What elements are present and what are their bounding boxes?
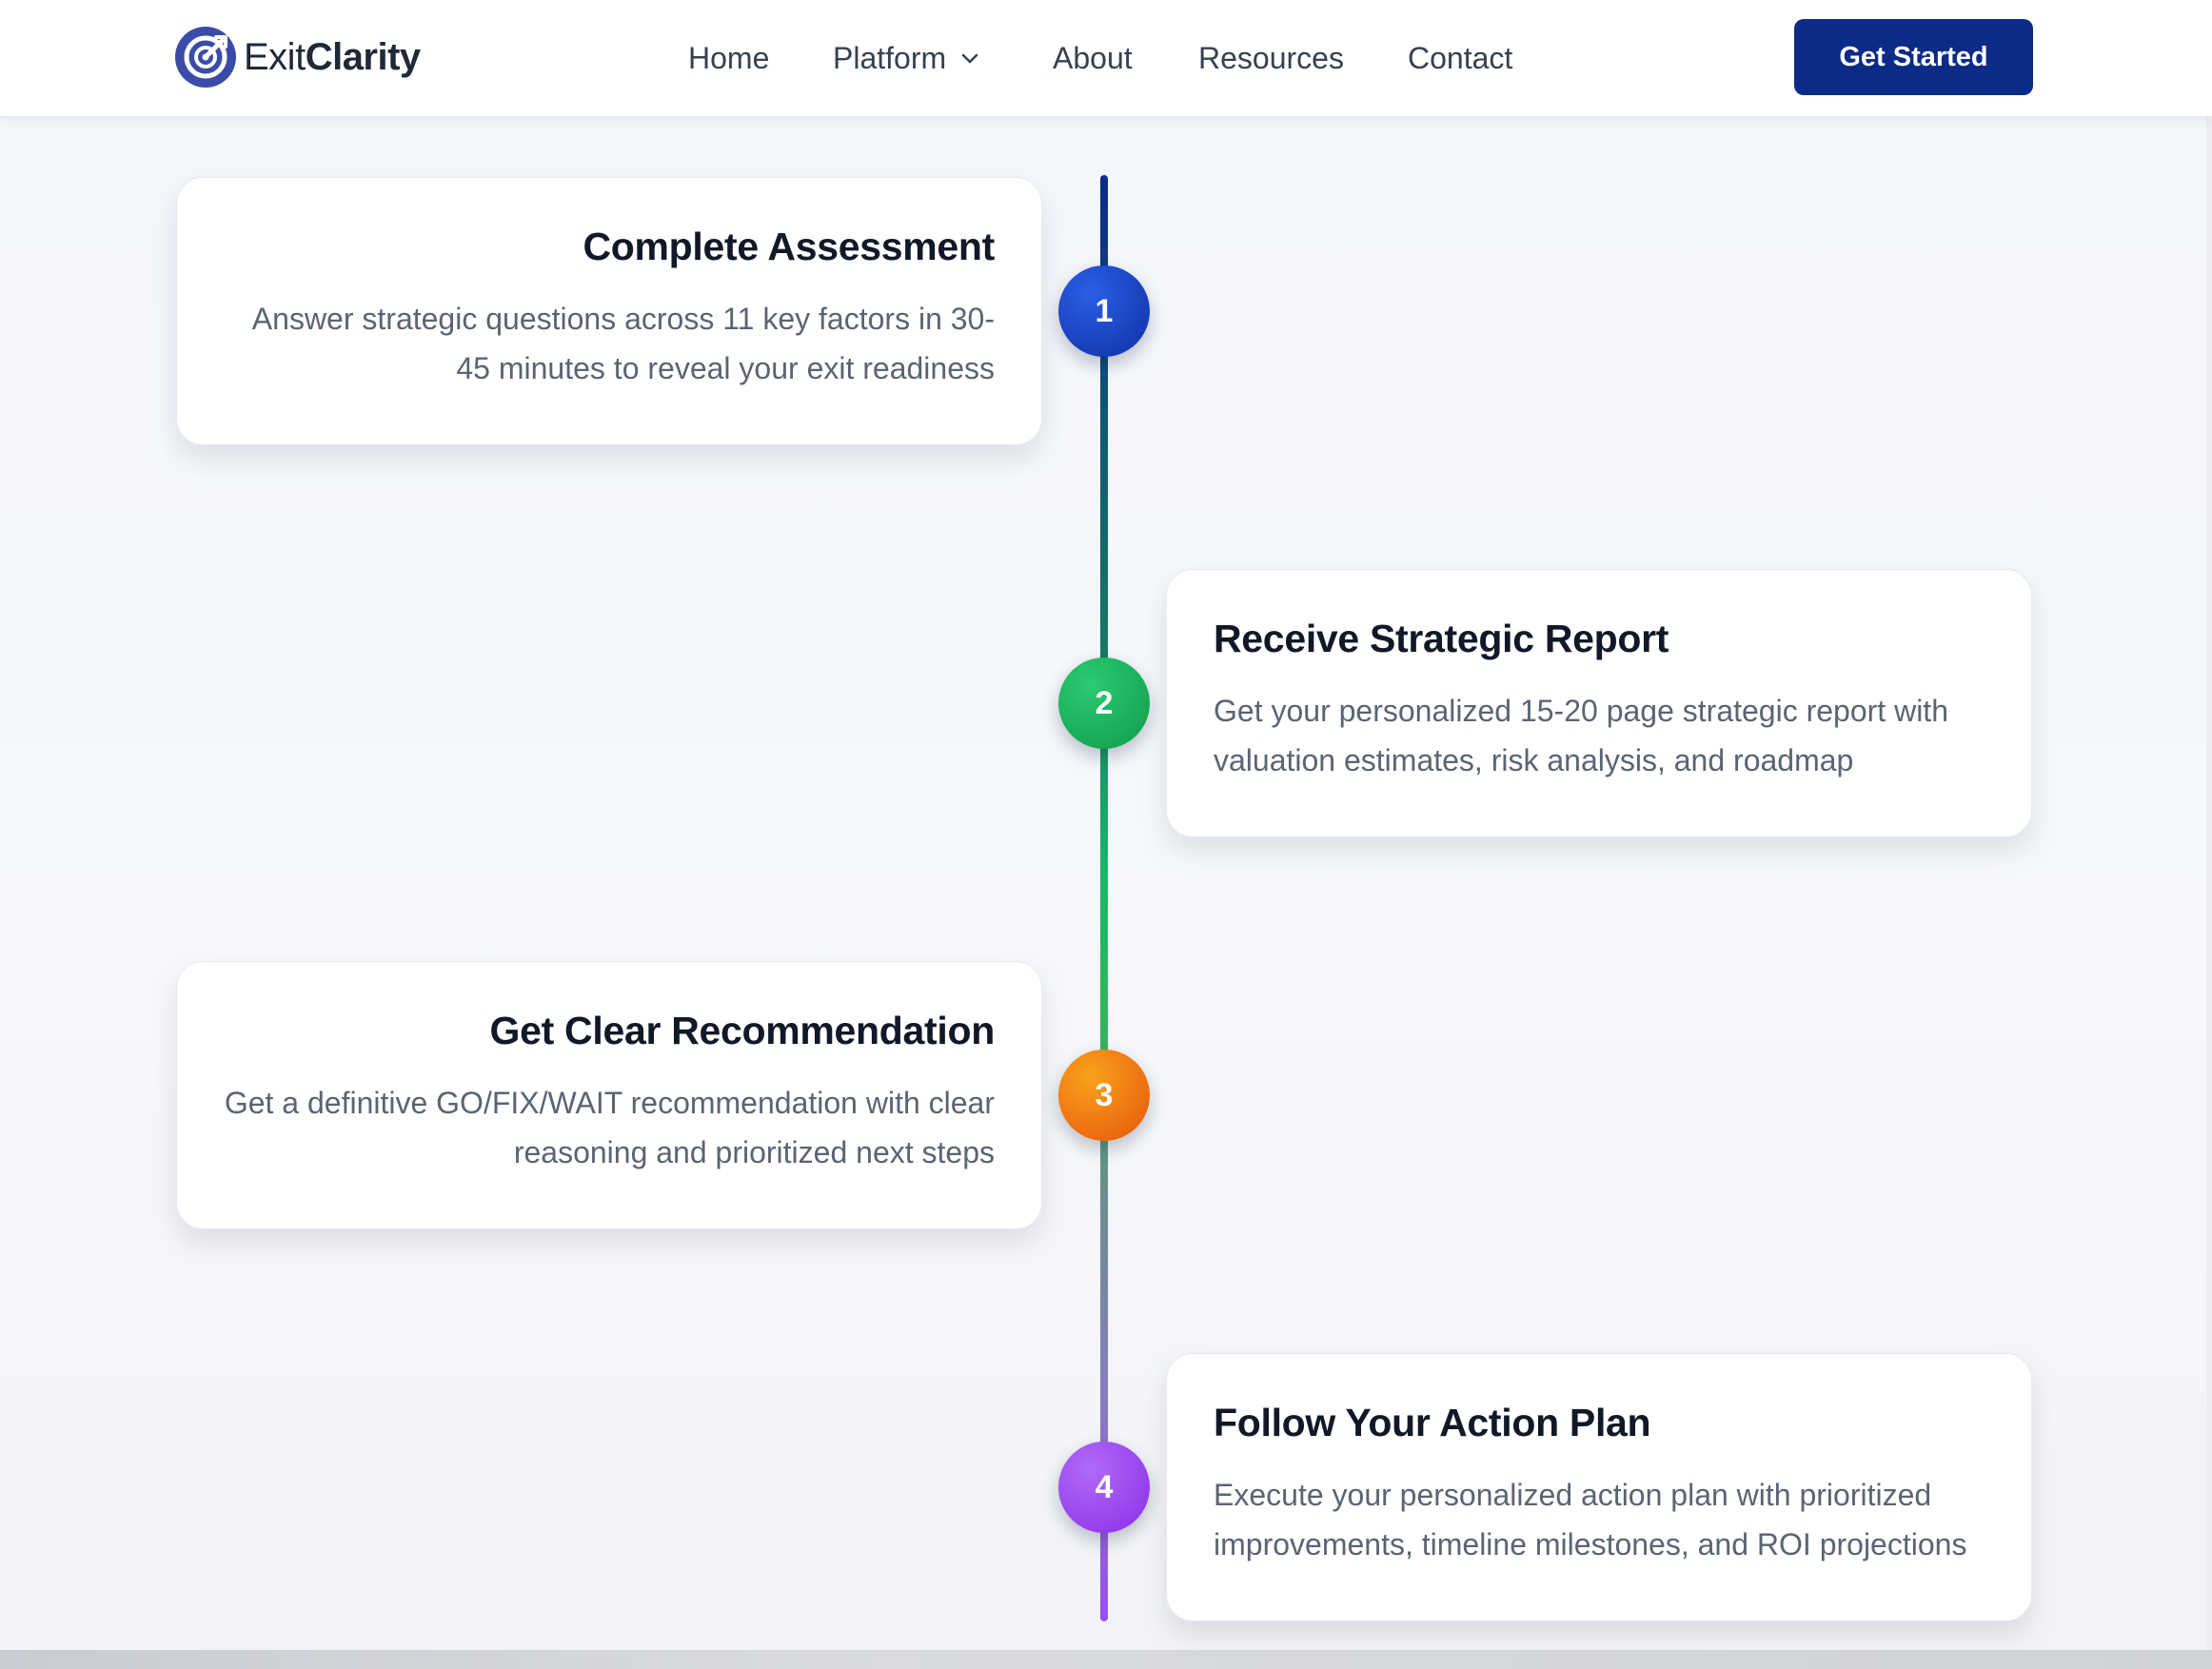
brand-logo[interactable]: ExitClarity bbox=[174, 26, 421, 88]
chevron-down-icon bbox=[961, 53, 978, 64]
step-number-1: 1 bbox=[1058, 265, 1150, 357]
brand-name: ExitClarity bbox=[244, 36, 421, 79]
step-number-2: 2 bbox=[1058, 658, 1150, 749]
step-title: Complete Assessment bbox=[583, 225, 995, 268]
step-card-3: Get Clear Recommendation Get a definitiv… bbox=[176, 961, 1042, 1229]
step-title: Get Clear Recommendation bbox=[489, 1009, 996, 1052]
step-card-4: Follow Your Action Plan Execute your per… bbox=[1166, 1353, 2032, 1621]
step-title: Receive Strategic Report bbox=[1214, 617, 1669, 660]
nav-home-label: Home bbox=[688, 40, 770, 75]
nav-contact[interactable]: Contact bbox=[1408, 36, 1512, 80]
target-arrow-icon bbox=[175, 27, 236, 88]
brand-name-bold: Clarity bbox=[305, 35, 422, 78]
step-number-4: 4 bbox=[1058, 1442, 1150, 1533]
step-card-2: Receive Strategic Report Get your person… bbox=[1166, 569, 2032, 837]
window-scrollbar-track[interactable] bbox=[2206, 0, 2212, 1669]
nav-platform-label: Platform bbox=[833, 40, 947, 75]
nav-home[interactable]: Home bbox=[688, 36, 769, 80]
nav-resources[interactable]: Resources bbox=[1198, 36, 1344, 80]
nav-contact-label: Contact bbox=[1408, 40, 1513, 75]
step-description: Answer strategic questions across 11 key… bbox=[251, 302, 995, 385]
brand-name-light: Exit bbox=[244, 35, 306, 78]
nav-platform[interactable]: Platform bbox=[833, 36, 980, 80]
window-bottom-edge bbox=[0, 1650, 2212, 1669]
step-description: Get your personalized 15-20 page strateg… bbox=[1214, 694, 1948, 777]
nav-about-label: About bbox=[1053, 40, 1133, 75]
step-description: Execute your personalized action plan wi… bbox=[1214, 1478, 1967, 1561]
get-started-button[interactable]: Get Started bbox=[1794, 19, 2033, 95]
nav-resources-label: Resources bbox=[1198, 40, 1344, 75]
timeline-line bbox=[1100, 175, 1108, 1621]
site-header: ExitClarity Home Platform About Resource… bbox=[0, 0, 2212, 117]
nav-about[interactable]: About bbox=[1053, 36, 1133, 80]
step-number-3: 3 bbox=[1058, 1050, 1150, 1141]
step-title: Follow Your Action Plan bbox=[1214, 1401, 1651, 1444]
step-card-1: Complete Assessment Answer strategic que… bbox=[176, 177, 1042, 445]
step-description: Get a definitive GO/FIX/WAIT recommendat… bbox=[224, 1086, 995, 1169]
